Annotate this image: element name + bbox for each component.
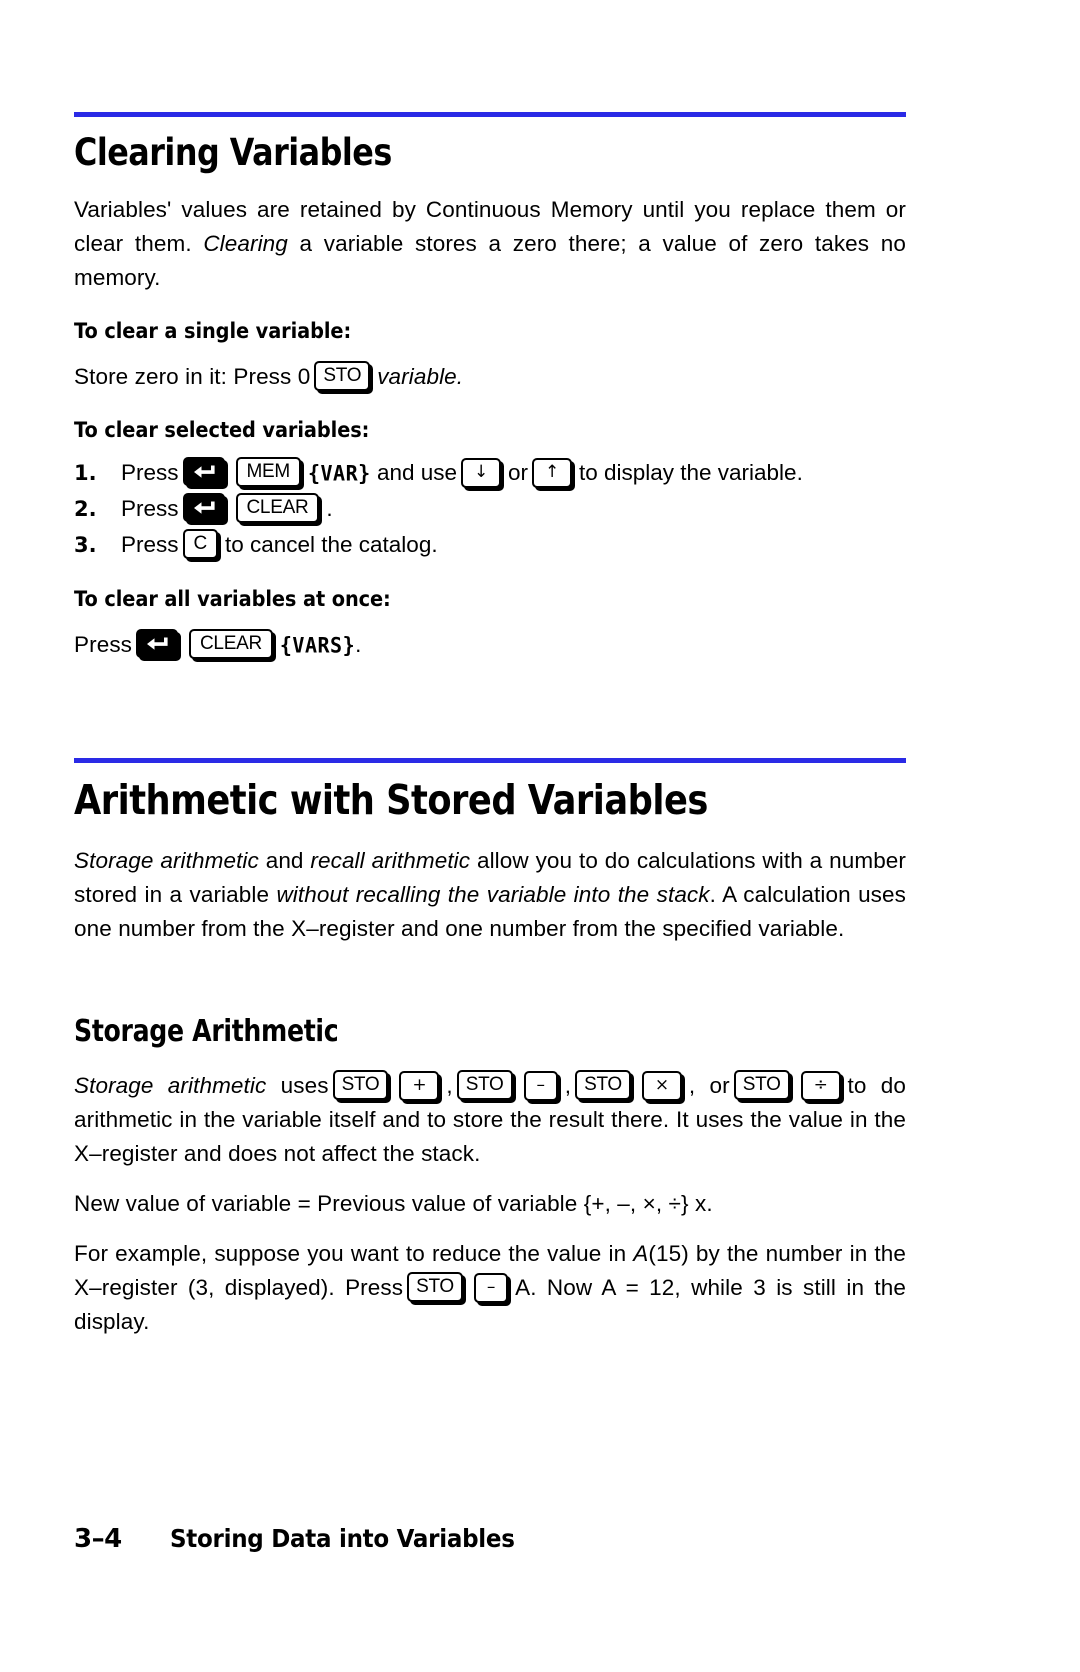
sto-key[interactable]: STO <box>332 1070 389 1101</box>
clear-all-instruction: Press CLEAR {VARS}. <box>74 628 906 662</box>
storage-arithmetic-example: For example, suppose you want to reduce … <box>74 1237 906 1339</box>
step3-press-label: Press <box>121 532 179 558</box>
arithmetic-intro-paragraph: Storage arithmetic and recall arithmetic… <box>74 844 906 946</box>
down-arrow-key[interactable]: ↓ <box>461 458 501 489</box>
step-text: Press MEM {VAR} and use ↓ or ↑ to display the … <box>121 455 906 491</box>
arithmetic-italic-storage: Storage arithmetic <box>74 848 259 874</box>
sto-key[interactable]: STO <box>456 1070 513 1101</box>
clear-all-post-text: . <box>355 632 362 658</box>
footer-chapter-title: Storing Data into Variables <box>170 1524 515 1553</box>
section-heading-arithmetic-stored-variables: Arithmetic with Stored Variables <box>74 776 708 825</box>
clear-selected-steps-list: 1. Press MEM {VAR} and use ↓ or ↑ to display t… <box>74 455 906 563</box>
clear-single-instruction: Store zero in it: Press 0 STO variable. <box>74 360 906 394</box>
clearing-intro-paragraph: Variables' values are retained by Contin… <box>74 193 906 295</box>
step1-post-text: to display the variable. <box>578 460 803 486</box>
key-separator: , <box>564 1073 572 1099</box>
storage-uses-text: uses <box>266 1073 329 1099</box>
manual-page: Clearing Variables Variables' values are… <box>74 0 906 1672</box>
lcd-var-label: {VAR} <box>307 460 371 487</box>
step-number: 3. <box>74 533 97 558</box>
up-arrow-key[interactable]: ↑ <box>531 458 572 489</box>
step3-post-text: to cancel the catalog. <box>224 532 438 558</box>
storage-arithmetic-paragraph-1: Storage arithmetic uses STO +, STO –, STO ×, o… <box>74 1069 906 1171</box>
step2-press-label: Press <box>121 496 179 522</box>
clearing-intro-italic: Clearing <box>203 231 288 257</box>
arithmetic-text-1: and <box>258 848 311 874</box>
section-rule-arithmetic <box>74 758 906 764</box>
step1-mid-text: and use <box>376 460 458 486</box>
sto-key[interactable]: STO <box>733 1070 790 1101</box>
key-separator: , <box>446 1073 453 1099</box>
list-item: 3. Press Cto cancel the catalog. <box>74 527 906 563</box>
minus-key[interactable]: – <box>473 1273 509 1304</box>
clear-key[interactable]: CLEAR <box>189 629 273 660</box>
section-heading-clearing-variables: Clearing Variables <box>74 131 392 174</box>
arithmetic-italic-recall: recall arithmetic <box>310 848 471 874</box>
step1-between-text: or <box>507 460 528 486</box>
page-number: 3–4 <box>74 1524 122 1554</box>
section-rule-top <box>74 112 906 117</box>
subheading-clear-single-variable: To clear a single variable: <box>74 319 352 345</box>
list-item: 2. Press CLEAR. <box>74 491 906 527</box>
minus-key[interactable]: – <box>523 1071 558 1102</box>
shift-left-arrow-key[interactable] <box>182 493 225 522</box>
step2-post-text: . <box>326 496 333 522</box>
sto-key[interactable]: STO <box>575 1070 631 1101</box>
example-text-a: For example, suppose you want to reduce … <box>74 1241 634 1267</box>
clear-all-press-label: Press <box>74 632 133 658</box>
shift-left-arrow-key[interactable] <box>182 457 225 486</box>
list-item: 1. Press MEM {VAR} and use ↓ or ↑ to display t… <box>74 455 906 491</box>
storage-arithmetic-formula: New value of variable = Previous value o… <box>74 1191 713 1217</box>
multiply-key[interactable]: × <box>641 1071 682 1102</box>
arithmetic-italic-without-recalling: without recalling the variable into the … <box>276 882 710 908</box>
divide-key[interactable]: ÷ <box>800 1071 841 1102</box>
subheading-clear-selected-variables: To clear selected variables: <box>74 418 370 444</box>
step-number: 1. <box>74 461 97 486</box>
plus-key[interactable]: + <box>399 1071 440 1102</box>
step-text: Press Cto cancel the catalog. <box>121 527 906 563</box>
subheading-clear-all-variables: To clear all variables at once: <box>74 587 391 613</box>
step-text: Press CLEAR. <box>121 491 906 527</box>
subsection-heading-storage-arithmetic: Storage Arithmetic <box>74 1014 339 1050</box>
storage-arithmetic-italic: Storage arithmetic <box>74 1073 267 1099</box>
key-separator: , or <box>688 1073 730 1099</box>
clear-single-pre-text: Store zero in it: Press 0 <box>74 364 311 390</box>
shift-left-arrow-key[interactable] <box>136 629 179 658</box>
c-key[interactable]: C <box>182 529 218 560</box>
page-footer: 3–4 Storing Data into Variables <box>74 1524 545 1554</box>
clear-key[interactable]: CLEAR <box>235 493 320 524</box>
mem-key[interactable]: MEM <box>235 457 301 488</box>
example-variable-a-italic: A <box>633 1241 649 1267</box>
step1-press-label: Press <box>121 460 179 486</box>
sto-key[interactable]: STO <box>314 361 371 392</box>
lcd-vars-label: {VARS} <box>279 632 356 659</box>
clear-single-variable-italic: variable. <box>377 364 464 390</box>
step-number: 2. <box>74 497 97 522</box>
sto-key[interactable]: STO <box>407 1272 463 1303</box>
